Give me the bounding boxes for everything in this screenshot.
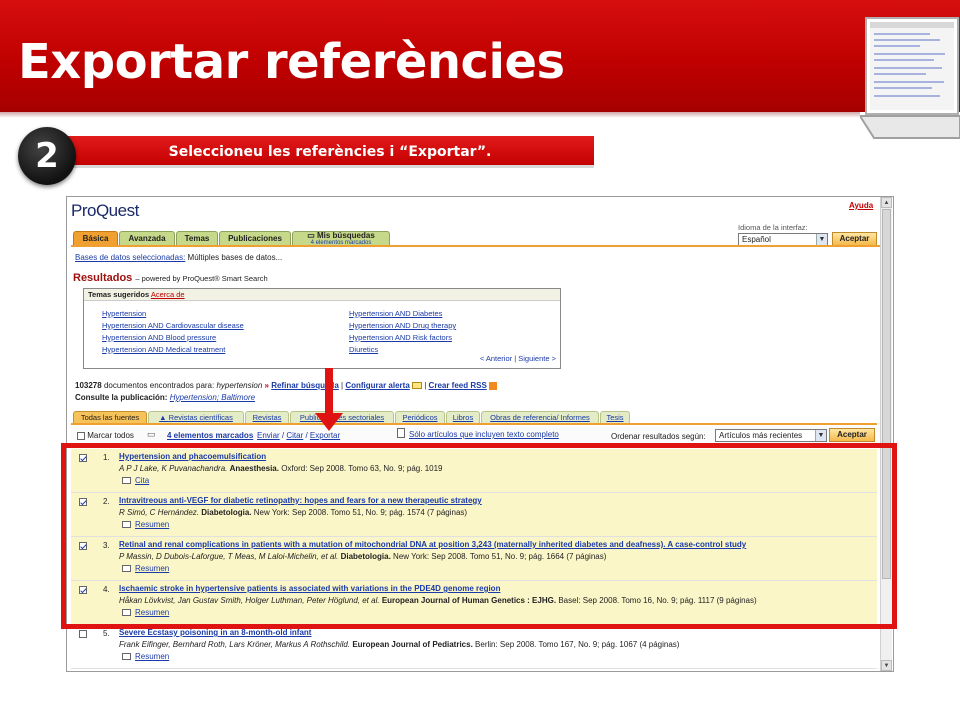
topics-prev-link[interactable]: < Anterior <box>480 354 512 363</box>
result-title-link[interactable]: Severe Ecstasy poisoning in an 8-month-o… <box>119 628 311 637</box>
mortarboard-icon: ▲ <box>159 413 169 422</box>
tab-mis-busquedas-label: Mis búsquedas <box>316 231 375 240</box>
result-row: 5. Severe Ecstasy poisoning in an 8-mont… <box>71 625 877 669</box>
marked-actions: Enviar / Citar / Exportar <box>257 431 341 440</box>
mark-all: Marcar todos <box>77 431 134 440</box>
tab-scholarly-journals-label: Revistas científicas <box>168 413 233 422</box>
help-link[interactable]: Ayuda <box>849 201 873 210</box>
laptop-thumbnail-icon <box>860 17 960 139</box>
language-accept-button[interactable]: Aceptar <box>832 232 877 246</box>
results-count-line: 103278 documentos encontrados para: hype… <box>75 381 498 390</box>
databases-value: Múltiples bases de datos... <box>187 253 283 262</box>
scroll-down-icon[interactable]: ▼ <box>881 660 892 671</box>
publication-line: Consulte la publicación: Hypertension; B… <box>75 393 255 402</box>
tab-underline <box>71 245 885 247</box>
results-count-text: documentos encontrados para: <box>103 381 215 390</box>
databases-link[interactable]: Bases de datos seleccionadas: <box>75 253 185 262</box>
tab-avanzada[interactable]: Avanzada <box>119 231 175 246</box>
send-link[interactable]: Enviar <box>257 431 280 440</box>
tab-temas[interactable]: Temas <box>176 231 218 246</box>
document-icon <box>397 428 405 438</box>
topic-link[interactable]: Hypertension AND Medical treatment <box>102 345 225 354</box>
set-alert-link[interactable]: Configurar alerta <box>345 381 409 390</box>
tab-mis-busquedas[interactable]: ▭ Mis búsquedas 4 elementos marcados <box>292 231 390 246</box>
step-instruction: Seleccioneu les referències i “Exportar”… <box>168 144 492 160</box>
export-link[interactable]: Exportar <box>310 431 340 440</box>
mark-all-label: Marcar todos <box>87 431 134 440</box>
result-details: Berlin: Sep 2008. Tomo 167, No. 9; pág. … <box>475 640 680 649</box>
marked-items-link[interactable]: 4 elementos marcados <box>167 431 253 440</box>
topic-link[interactable]: Hypertension <box>102 309 146 318</box>
suggested-topics-title: Temas sugeridos <box>88 290 150 299</box>
tab-publicaciones[interactable]: Publicaciones <box>219 231 291 246</box>
step-number-badge: 2 <box>18 127 76 185</box>
scroll-up-icon[interactable]: ▲ <box>881 197 892 208</box>
result-authors: Frank Eifinger, Bernhard Roth, Lars Krön… <box>119 640 351 649</box>
databases-line: Bases de datos seleccionadas: Múltiples … <box>75 253 282 262</box>
publication-label: Consulte la publicación: <box>75 393 168 402</box>
sort-select[interactable]: Artículos más recientes ▼ <box>715 429 827 442</box>
topics-next-link[interactable]: Siguiente > <box>518 354 556 363</box>
create-rss-link[interactable]: Crear feed RSS <box>429 381 487 390</box>
results-powered-by: – powered by ProQuest® Smart Search <box>135 274 268 283</box>
folder-icon: ▭ <box>147 429 156 439</box>
envelope-icon <box>412 382 423 390</box>
results-heading: Resultados – powered by ProQuest® Smart … <box>73 272 268 284</box>
sort-label: Ordenar resultados según: <box>611 432 706 441</box>
interface-language-value: Español <box>742 235 771 244</box>
suggested-topics-box: Temas sugeridos Acerca de Hypertension H… <box>83 288 561 369</box>
result-number: 5. <box>103 629 110 638</box>
slide-title: Exportar referències <box>18 34 565 90</box>
pointer-arrow-head-icon <box>315 413 343 431</box>
result-citation: Frank Eifinger, Bernhard Roth, Lars Krön… <box>119 640 679 649</box>
fulltext-only-link[interactable]: Sólo artículos que incluyen texto comple… <box>409 430 559 439</box>
result-checkbox[interactable] <box>79 630 87 638</box>
sort-accept-button[interactable]: Aceptar <box>829 428 875 442</box>
chevron-down-icon: ▼ <box>816 234 827 245</box>
chevron-down-icon: ▼ <box>815 430 826 441</box>
interface-language-label: Idioma de la interfaz: <box>738 223 808 232</box>
topic-link[interactable]: Diuretics <box>349 345 378 354</box>
sort-value: Artículos más recientes <box>719 431 803 440</box>
refine-arrow-icon: » <box>264 381 269 390</box>
proquest-logo: ProQuest <box>71 201 139 220</box>
rss-icon <box>489 381 498 390</box>
result-journal: European Journal of Pediatrics. <box>352 640 473 649</box>
selected-results-highlight <box>61 443 897 629</box>
topic-link[interactable]: Hypertension AND Drug therapy <box>349 321 456 330</box>
results-count: 103278 <box>75 381 102 390</box>
about-link[interactable]: Acerca de <box>151 290 185 299</box>
pointer-arrow-icon <box>325 368 333 414</box>
document-icon <box>122 653 131 660</box>
suggested-topics-header: Temas sugeridos Acerca de <box>84 289 560 301</box>
cite-link[interactable]: Citar <box>286 431 303 440</box>
mark-all-checkbox[interactable] <box>77 431 85 440</box>
topics-pagination: < Anterior | Siguiente > <box>479 354 556 363</box>
result-abstract-link[interactable]: Resumen <box>122 652 170 661</box>
source-tab-underline <box>71 423 877 425</box>
folder-icon: ▭ <box>307 231 317 240</box>
search-query: hypertension <box>216 381 263 390</box>
banner-shadow <box>0 112 860 118</box>
results-title: Resultados <box>73 272 133 284</box>
topic-link[interactable]: Hypertension AND Diabetes <box>349 309 442 318</box>
topic-link[interactable]: Hypertension AND Cardiovascular disease <box>102 321 244 330</box>
publication-link[interactable]: Hypertension; Baltimore <box>170 393 255 402</box>
step-bar: Seleccioneu les referències i “Exportar”… <box>66 136 594 168</box>
result-action-label: Resumen <box>135 652 170 661</box>
tab-basica[interactable]: Básica <box>73 231 118 246</box>
topic-link[interactable]: Hypertension AND Risk factors <box>349 333 452 342</box>
topic-link[interactable]: Hypertension AND Blood pressure <box>102 333 216 342</box>
